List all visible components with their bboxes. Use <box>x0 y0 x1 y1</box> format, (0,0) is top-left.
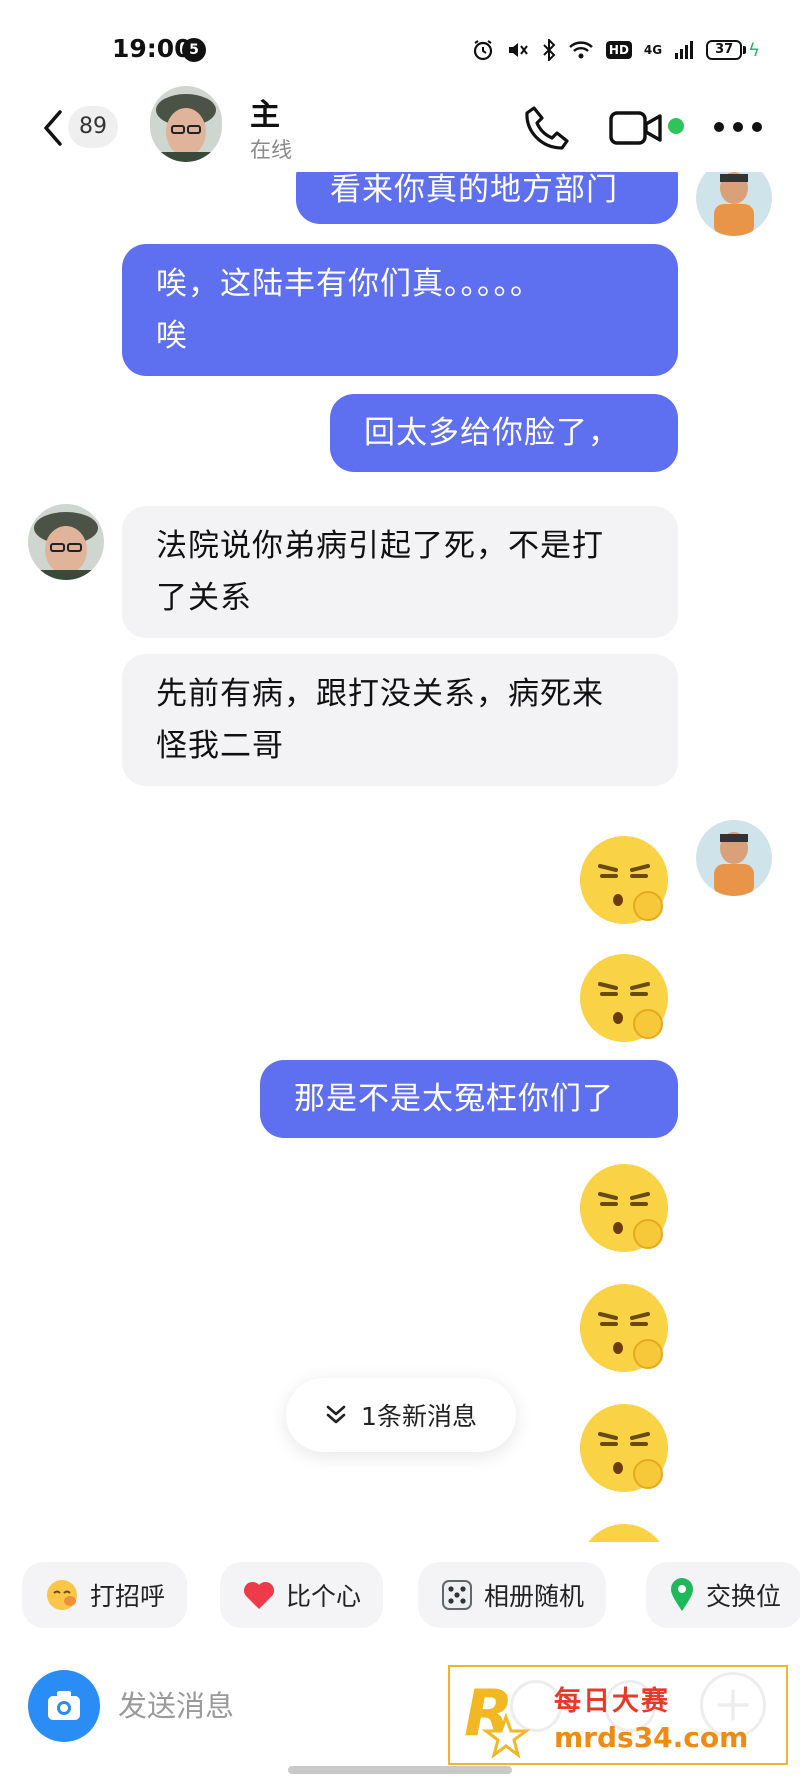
thinking-face-icon[interactable] <box>574 1398 674 1498</box>
message-text: 了关系 <box>156 580 252 616</box>
quick-action-bar: 打招呼 比个心 相册随机 交换位 <box>0 1558 800 1638</box>
online-status: 在线 <box>250 138 292 162</box>
alarm-icon <box>473 40 493 61</box>
thinking-face-icon[interactable] <box>574 1278 674 1378</box>
thinking-face-icon[interactable] <box>574 830 674 930</box>
message-text: 回太多给你脸了， <box>364 415 620 451</box>
dice-icon <box>442 1580 472 1610</box>
message-bubble[interactable]: 那是不是太冤枉你们了 <box>260 1060 678 1138</box>
message-text: 唉 <box>156 318 188 354</box>
contact-avatar[interactable] <box>28 504 104 580</box>
quick-action-label: 比个心 <box>286 1582 362 1611</box>
message-bubble[interactable]: 看来你真的地方部门 <box>296 172 678 224</box>
my-avatar[interactable] <box>696 820 772 896</box>
message-text: 看来你真的地方部门 <box>330 172 618 208</box>
mute-icon <box>508 43 528 57</box>
status-time: 19:00 <box>112 34 192 63</box>
camera-button[interactable] <box>28 1670 100 1742</box>
quick-action-album[interactable]: 相册随机 <box>418 1562 607 1628</box>
quick-action-heart[interactable]: 比个心 <box>220 1562 384 1628</box>
watermark-logo: R <box>464 1677 531 1759</box>
battery-icon: 37 ϟ <box>706 40 760 61</box>
quick-action-label: 相册随机 <box>484 1582 585 1611</box>
online-indicator <box>668 118 684 134</box>
back-icon[interactable] <box>38 108 68 148</box>
bluetooth-icon <box>543 39 556 61</box>
thinking-face-icon[interactable] <box>574 1158 674 1258</box>
double-chevron-down-icon <box>326 1405 346 1424</box>
message-bubble[interactable]: 法院说你弟病引起了死，不是打 了关系 <box>122 506 678 638</box>
message-bubble[interactable]: 先前有病，跟打没关系，病死来 怪我二哥 <box>122 654 678 786</box>
contact-name: 主 <box>250 98 280 133</box>
message-bubble[interactable]: 回太多给你脸了， <box>330 394 678 472</box>
message-text: 唉，这陆丰有你们真。。。。。 <box>156 266 542 302</box>
home-indicator[interactable] <box>288 1766 512 1774</box>
new-messages-button[interactable]: 1条新消息 <box>286 1378 516 1452</box>
notification-badge: 5 <box>182 38 206 62</box>
quick-action-label: 交换位 <box>706 1582 782 1611</box>
hd-icon: HD <box>605 41 632 59</box>
message-text: 怪我二哥 <box>156 728 284 764</box>
message-bubble[interactable]: 唉，这陆丰有你们真。。。。。 唉 <box>122 244 678 376</box>
more-icon[interactable] <box>714 122 762 134</box>
thinking-face-icon[interactable] <box>574 1518 674 1542</box>
message-text: 那是不是太冤枉你们了 <box>294 1081 614 1117</box>
quick-action-location[interactable]: 交换位 <box>646 1562 800 1628</box>
message-text: 法院说你弟病引起了死，不是打 <box>156 528 604 564</box>
my-avatar[interactable] <box>696 172 772 236</box>
wave-emoji-icon <box>47 1580 77 1610</box>
camera-icon <box>48 1691 80 1720</box>
new-messages-label: 1条新消息 <box>361 1402 477 1431</box>
contact-avatar[interactable] <box>150 86 222 162</box>
location-pin-icon <box>671 1578 693 1611</box>
thinking-face-icon[interactable] <box>574 948 674 1048</box>
video-call-icon[interactable] <box>608 108 664 148</box>
battery-level: 37 <box>706 40 743 60</box>
quick-action-wave[interactable]: 打招呼 <box>22 1562 188 1628</box>
unread-count-badge[interactable]: 89 <box>68 106 118 148</box>
wifi-icon <box>569 41 593 59</box>
status-bar: 19:00 5 HD 4G 37 ϟ <box>0 0 800 90</box>
message-text: 先前有病，跟打没关系，病死来 <box>156 676 604 712</box>
watermark: R 每日大赛 mrds34.com <box>448 1665 788 1765</box>
message-list[interactable]: 看来你真的地方部门 唉，这陆丰有你们真。。。。。 唉 回太多给你脸了， 法院说你… <box>0 172 800 1542</box>
phone-icon[interactable] <box>520 102 572 154</box>
charging-icon: ϟ <box>748 39 760 61</box>
chat-header: 89 主 在线 <box>0 86 800 172</box>
watermark-title: 每日大赛 <box>554 1686 670 1717</box>
heart-icon <box>243 1581 275 1609</box>
status-icons: HD 4G 37 ϟ <box>472 36 760 64</box>
quick-action-label: 打招呼 <box>90 1582 166 1611</box>
network-type: 4G <box>643 43 663 57</box>
watermark-site: mrds34.com <box>554 1721 749 1754</box>
signal-icon <box>675 41 694 59</box>
